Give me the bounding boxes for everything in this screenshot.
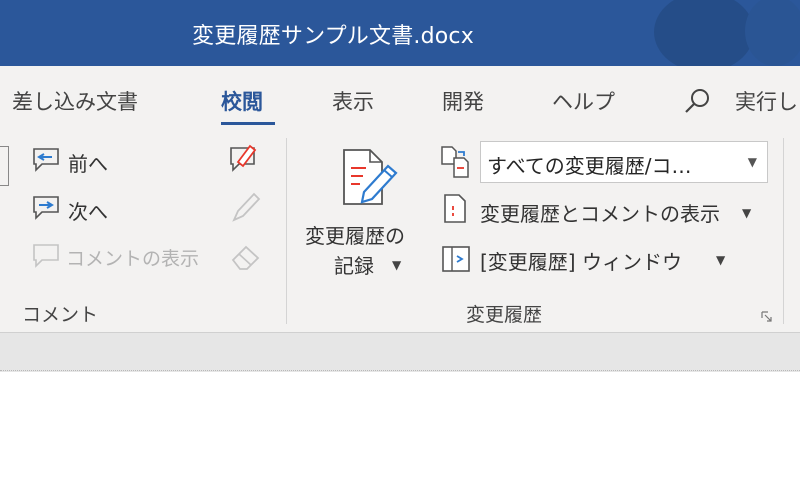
next-comment-icon: [33, 196, 59, 220]
show-markup-button[interactable]: 変更履歴とコメントの表示: [480, 198, 720, 227]
tracking-group-label: 変更履歴: [466, 304, 543, 326]
chevron-down-icon[interactable]: ▼: [716, 253, 725, 267]
previous-comment-button[interactable]: 前へ: [68, 148, 108, 177]
active-tab-indicator: [221, 122, 275, 125]
ribbon-body: 前へ 次へ コメントの表示 コメント 変更履歴の 記録 ▼ すべての変更履歴/コ…: [0, 138, 800, 332]
track-changes-label-line1[interactable]: 変更履歴の: [305, 220, 405, 249]
group-separator: [286, 138, 287, 324]
show-comments-button[interactable]: コメントの表示: [66, 244, 199, 271]
markup-display-value: すべての変更履歴/コ…: [487, 154, 692, 178]
ribbon-tabs: 差し込み文書 校閲 表示 開発 ヘルプ 実行し: [0, 66, 800, 138]
markup-display-dropdown[interactable]: すべての変更履歴/コ… ▼: [480, 141, 768, 183]
chevron-down-icon[interactable]: ▼: [742, 206, 751, 220]
show-markup-icon: [444, 194, 466, 223]
group-separator: [783, 138, 784, 324]
eraser-icon[interactable]: [228, 240, 264, 274]
show-comments-icon: [33, 244, 59, 268]
chevron-down-icon[interactable]: ▼: [748, 155, 757, 169]
next-comment-button[interactable]: 次へ: [68, 196, 108, 225]
comments-group-label: コメント: [22, 304, 99, 326]
reviewing-pane-icon: [442, 246, 470, 272]
tab-help[interactable]: ヘルプ: [552, 86, 615, 116]
search-icon[interactable]: [680, 86, 714, 116]
title-bar: 変更履歴サンプル文書.docx: [0, 0, 800, 66]
dialog-launcher-icon[interactable]: [760, 310, 774, 324]
new-comment-pen-icon[interactable]: [226, 142, 262, 176]
ink-pen-icon[interactable]: [228, 190, 264, 224]
tell-me-search[interactable]: 実行し: [735, 86, 798, 116]
tab-review[interactable]: 校閲: [221, 86, 263, 116]
tab-view[interactable]: 表示: [332, 86, 374, 116]
document-title: 変更履歴サンプル文書.docx: [192, 24, 474, 49]
display-for-review-icon: [441, 146, 469, 178]
track-changes-label-line2[interactable]: 記録: [334, 250, 374, 279]
cut-off-control: [0, 146, 9, 186]
tab-developer[interactable]: 開発: [442, 86, 484, 116]
previous-comment-icon: [33, 148, 59, 172]
reviewing-pane-button[interactable]: [変更履歴] ウィンドウ: [480, 246, 682, 275]
title-bar-decoration: [654, 0, 754, 66]
title-bar-decoration: [745, 0, 800, 66]
tab-mailings[interactable]: 差し込み文書: [12, 86, 138, 116]
ruler-area: [0, 332, 800, 372]
track-changes-icon: [343, 149, 398, 205]
document-canvas[interactable]: [0, 372, 800, 481]
chevron-down-icon[interactable]: ▼: [392, 258, 401, 272]
